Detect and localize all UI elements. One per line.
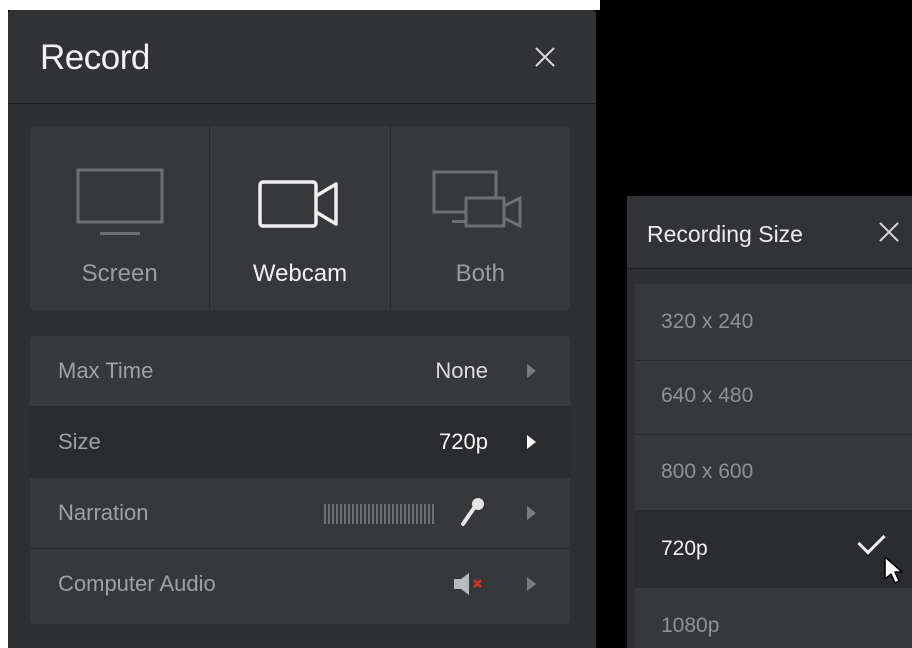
window-top-edge xyxy=(0,0,600,10)
chevron-right-icon xyxy=(527,435,536,449)
chevron-right-icon xyxy=(527,364,536,378)
setting-label: Computer Audio xyxy=(58,571,216,596)
setting-max-time[interactable]: Max Time None xyxy=(30,336,570,407)
recording-size-panel: Recording Size 320 x 240 640 x 480 800 x… xyxy=(627,196,912,648)
size-option-label: 320 x 240 xyxy=(661,310,754,333)
audio-meter-icon xyxy=(324,504,434,524)
chevron-right-icon xyxy=(527,506,536,520)
monitor-icon xyxy=(76,168,164,235)
close-icon[interactable] xyxy=(528,40,562,74)
setting-label: Narration xyxy=(58,500,149,525)
window-edge xyxy=(0,0,8,648)
chevron-right-icon xyxy=(527,577,536,591)
speaker-muted-icon xyxy=(454,573,482,595)
capture-mode-selector: Screen Webcam Both xyxy=(30,126,570,310)
mode-webcam-label: Webcam xyxy=(252,260,348,287)
record-panel: Record Screen Webcam Both Max Time None … xyxy=(8,10,596,648)
mode-screen-button[interactable]: Screen xyxy=(30,126,211,310)
record-header: Record xyxy=(8,10,596,104)
mode-both-label: Both xyxy=(455,260,505,287)
size-option-label: 1080p xyxy=(661,614,720,637)
size-option-320x240[interactable]: 320 x 240 xyxy=(635,284,912,361)
size-option-720p[interactable]: 720p xyxy=(635,511,912,588)
mode-both-button[interactable]: Both xyxy=(391,126,570,310)
setting-computer-audio[interactable]: Computer Audio xyxy=(30,549,570,619)
setting-narration[interactable]: Narration xyxy=(30,478,570,549)
screen-webcam-icon xyxy=(432,170,522,229)
mode-webcam-button[interactable]: Webcam xyxy=(210,126,391,310)
size-option-label: 720p xyxy=(661,537,708,560)
size-option-1080p[interactable]: 1080p xyxy=(635,588,912,648)
size-option-640x480[interactable]: 640 x 480 xyxy=(635,358,912,435)
setting-label: Max Time xyxy=(58,358,154,383)
webcam-icon xyxy=(258,180,338,228)
microphone-icon xyxy=(461,498,484,526)
recording-size-list: 320 x 240 640 x 480 800 x 600 720p 1080p xyxy=(635,284,912,648)
size-option-label: 800 x 600 xyxy=(661,460,754,483)
recording-size-header: Recording Size xyxy=(627,196,912,269)
record-settings-list: Max Time None Size 720p Narration Comput… xyxy=(30,336,570,624)
setting-label: Size xyxy=(58,429,101,454)
setting-size[interactable]: Size 720p xyxy=(30,407,570,478)
size-option-label: 640 x 480 xyxy=(661,384,754,407)
record-title: Record xyxy=(40,38,150,77)
mouse-cursor-icon xyxy=(884,556,903,584)
checkmark-icon xyxy=(857,526,886,555)
setting-value: 720p xyxy=(439,429,488,454)
recording-size-title: Recording Size xyxy=(647,221,803,247)
close-icon[interactable] xyxy=(872,215,906,249)
size-option-800x600[interactable]: 800 x 600 xyxy=(635,434,912,511)
setting-value: None xyxy=(435,358,488,383)
mode-screen-label: Screen xyxy=(81,260,158,287)
